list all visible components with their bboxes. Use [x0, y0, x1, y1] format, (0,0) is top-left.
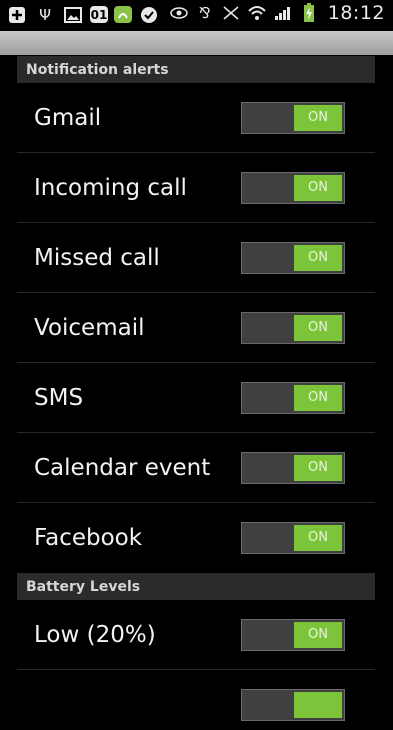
list-item-label: Facebook — [34, 525, 143, 551]
add-box-icon — [6, 4, 28, 26]
bluetooth-icon: ⅋ — [198, 4, 211, 22]
list-item-label: Voicemail — [34, 315, 145, 341]
list-item-sms[interactable]: SMS ON — [17, 363, 375, 433]
toggle-on-knob: ON — [294, 175, 342, 201]
toggle-on-knob: ON — [294, 315, 342, 341]
usb-icon: Ψ — [39, 6, 51, 24]
status-bar-system: ⅋ 18:12 — [168, 2, 385, 24]
voicemail-toggle[interactable]: ON — [241, 312, 345, 344]
image-icon — [62, 4, 84, 26]
list-item-facebook[interactable]: Facebook ON — [17, 503, 375, 573]
calendar-icon: 01 — [90, 6, 108, 23]
list-item-incoming-call[interactable]: Incoming call ON — [17, 153, 375, 223]
list-item-low-battery[interactable]: Low (20%) ON — [17, 600, 375, 670]
eye-icon — [168, 2, 190, 24]
signal-icon — [272, 2, 294, 24]
toggle-on-knob: ON — [294, 105, 342, 131]
toggle-on-knob: ON — [294, 622, 342, 648]
status-clock: 18:12 — [327, 2, 385, 24]
low-battery-toggle[interactable]: ON — [241, 619, 345, 651]
check-icon — [138, 4, 160, 26]
toggle-on-knob: ON — [294, 525, 342, 551]
gmail-toggle[interactable]: ON — [241, 102, 345, 134]
section-header-battery-levels: Battery Levels — [17, 573, 375, 600]
list-item-gmail[interactable]: Gmail ON — [17, 83, 375, 153]
partial-toggle[interactable] — [241, 689, 345, 721]
action-bar — [0, 31, 393, 55]
list-item-label: SMS — [34, 385, 84, 411]
section-header-notification-alerts: Notification alerts — [17, 56, 375, 83]
app-icon — [114, 6, 132, 23]
wifi-icon — [246, 2, 268, 24]
facebook-toggle[interactable]: ON — [241, 522, 345, 554]
list-item-label: Missed call — [34, 245, 160, 271]
list-item-label: Low (20%) — [34, 622, 156, 648]
list-item-voicemail[interactable]: Voicemail ON — [17, 293, 375, 363]
incoming-call-toggle[interactable]: ON — [241, 172, 345, 204]
list-item-missed-call[interactable]: Missed call ON — [17, 223, 375, 293]
list-item-partial[interactable] — [17, 670, 375, 730]
status-bar-notifications: Ψ 01 — [6, 4, 160, 26]
battery-charging-icon — [298, 2, 320, 24]
mute-icon — [220, 2, 242, 24]
calendar-event-toggle[interactable]: ON — [241, 452, 345, 484]
toggle-on-knob: ON — [294, 245, 342, 271]
list-item-label: Gmail — [34, 105, 102, 131]
status-bar: Ψ 01 ⅋ 18:12 — [0, 0, 393, 31]
list-item-label: Calendar event — [34, 455, 211, 481]
toggle-on-knob: ON — [294, 455, 342, 481]
toggle-on-knob — [294, 692, 342, 718]
sms-toggle[interactable]: ON — [241, 382, 345, 414]
settings-list: Notification alerts Gmail ON Incoming ca… — [0, 55, 393, 730]
toggle-on-knob: ON — [294, 385, 342, 411]
list-item-label: Incoming call — [34, 175, 187, 201]
missed-call-toggle[interactable]: ON — [241, 242, 345, 274]
list-item-calendar-event[interactable]: Calendar event ON — [17, 433, 375, 503]
